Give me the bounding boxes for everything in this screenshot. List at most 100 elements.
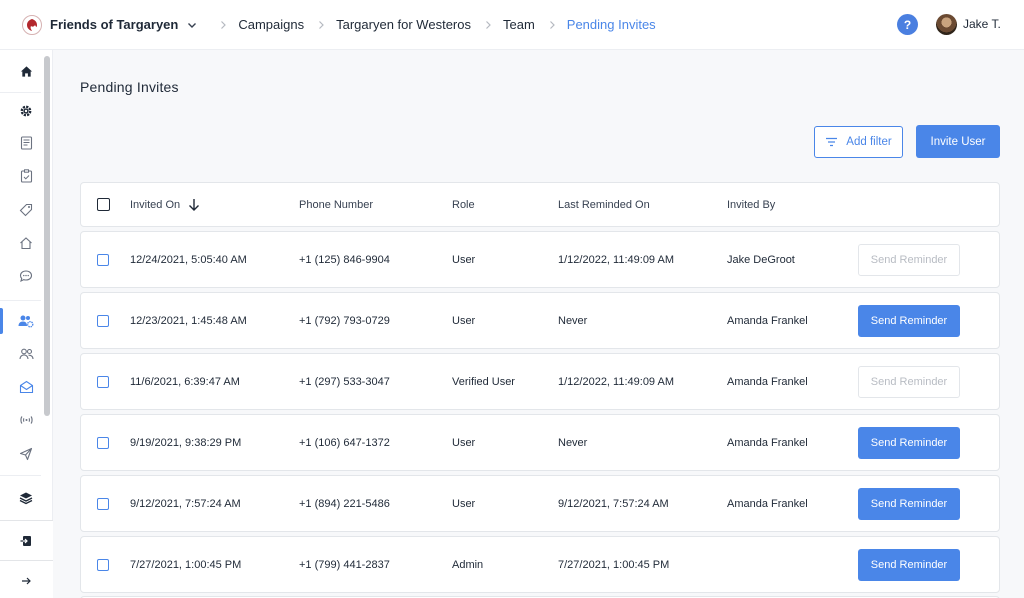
last-reminded-cell: 1/12/2022, 11:49:09 AM xyxy=(558,375,674,388)
send-reminder-button[interactable]: Send Reminder xyxy=(858,304,960,337)
row-checkbox[interactable] xyxy=(97,375,109,388)
breadcrumb: Campaigns Targaryen for Westeros Team Pe… xyxy=(206,17,656,32)
team-settings-icon[interactable] xyxy=(18,313,34,329)
sidebar xyxy=(0,50,53,598)
table-row: 9/19/2021, 9:38:29 PM +1 (106) 647-1372 … xyxy=(80,414,1000,471)
broadcast-icon[interactable] xyxy=(18,412,34,428)
column-header-invited-by[interactable]: Invited By xyxy=(727,183,775,226)
logout-icon[interactable] xyxy=(18,533,34,549)
invited-by-cell: Amanda Frankel xyxy=(727,436,808,449)
top-bar: Friends of Targaryen Campaigns Targaryen… xyxy=(0,0,1024,50)
send-reminder-button-disabled: Send Reminder xyxy=(858,365,960,398)
role-cell: User xyxy=(452,253,476,266)
send-reminder-button[interactable]: Send Reminder xyxy=(858,426,960,459)
clipboard-icon[interactable] xyxy=(18,168,34,184)
send-reminder-button-disabled: Send Reminder xyxy=(858,243,960,276)
send-reminder-button[interactable]: Send Reminder xyxy=(858,548,960,581)
column-header-phone-number[interactable]: Phone Number xyxy=(299,183,373,226)
house-outline-icon[interactable] xyxy=(18,235,34,251)
home-icon[interactable] xyxy=(18,63,34,79)
page-title: Pending Invites xyxy=(80,79,179,95)
invited-on-cell: 9/12/2021, 7:57:24 AM xyxy=(130,497,241,510)
last-reminded-cell: 1/12/2022, 11:49:09 AM xyxy=(558,253,674,266)
table-row: 12/23/2021, 1:45:48 AM +1 (792) 793-0729… xyxy=(80,292,1000,349)
table-row: 7/27/2021, 1:00:45 PM +1 (799) 441-2837 … xyxy=(80,536,1000,593)
invited-on-cell: 12/24/2021, 5:05:40 AM xyxy=(130,253,247,266)
column-header-invited-on[interactable]: Invited On xyxy=(130,183,200,226)
gear-icon[interactable] xyxy=(18,103,34,119)
chevron-right-icon xyxy=(319,20,324,29)
last-reminded-cell: Never xyxy=(558,314,588,327)
role-cell: User xyxy=(452,314,476,327)
chevron-right-icon xyxy=(486,20,491,29)
phone-number-cell: +1 (297) 533-3047 xyxy=(299,375,390,388)
phone-number-cell: +1 (799) 441-2837 xyxy=(299,558,390,571)
breadcrumb-pending-invites: Pending Invites xyxy=(566,17,656,32)
row-checkbox[interactable] xyxy=(97,558,109,571)
invited-by-cell: Jake DeGroot xyxy=(727,253,795,266)
chevron-right-icon xyxy=(221,20,227,29)
chat-icon[interactable] xyxy=(18,268,34,284)
help-button[interactable]: ? xyxy=(897,14,918,35)
last-reminded-cell: 7/27/2021, 1:00:45 PM xyxy=(558,558,670,571)
invite-user-button[interactable]: Invite User xyxy=(916,125,1000,158)
column-header-label: Invited On xyxy=(130,198,181,211)
role-cell: Admin xyxy=(452,558,484,571)
invited-by-cell: Amanda Frankel xyxy=(727,314,808,327)
table-row: 12/24/2021, 5:05:40 AM +1 (125) 846-9904… xyxy=(80,231,1000,288)
select-all-checkbox[interactable] xyxy=(97,198,110,211)
last-reminded-cell: 9/12/2021, 7:57:24 AM xyxy=(558,497,669,510)
table-header: Invited On Phone Number Role Last Remind… xyxy=(80,182,1000,227)
row-checkbox[interactable] xyxy=(97,497,109,510)
document-icon[interactable] xyxy=(18,135,34,151)
phone-number-cell: +1 (125) 846-9904 xyxy=(299,253,390,266)
add-filter-label: Add filter xyxy=(846,136,892,148)
sidebar-divider xyxy=(0,92,41,93)
org-name: Friends of Targaryen xyxy=(50,17,179,32)
sidebar-divider xyxy=(0,560,53,561)
user-name[interactable]: Jake T. xyxy=(963,17,1001,31)
sidebar-bottom xyxy=(0,520,53,598)
last-reminded-cell: Never xyxy=(558,436,588,449)
tag-icon[interactable] xyxy=(18,202,34,218)
row-checkbox[interactable] xyxy=(97,253,109,266)
expand-arrow-icon[interactable] xyxy=(18,573,34,589)
avatar[interactable] xyxy=(936,14,957,35)
invited-on-cell: 7/27/2021, 1:00:45 PM xyxy=(130,558,242,571)
sidebar-divider xyxy=(0,300,41,301)
users-icon[interactable] xyxy=(18,346,34,362)
breadcrumb-campaigns[interactable]: Campaigns xyxy=(238,17,304,32)
table-row: 9/12/2021, 7:57:24 AM +1 (894) 221-5486 … xyxy=(80,475,1000,532)
breadcrumb-team[interactable]: Team xyxy=(503,17,535,32)
send-icon[interactable] xyxy=(18,446,34,462)
phone-number-cell: +1 (792) 793-0729 xyxy=(299,314,390,327)
chevron-down-icon xyxy=(188,22,197,28)
filter-icon xyxy=(826,137,838,147)
invited-by-cell: Amanda Frankel xyxy=(727,375,808,388)
layers-icon[interactable] xyxy=(18,490,34,506)
role-cell: User xyxy=(452,436,476,449)
column-header-last-reminded-on[interactable]: Last Reminded On xyxy=(558,183,650,226)
sidebar-active-indicator xyxy=(0,308,3,334)
invited-on-cell: 12/23/2021, 1:45:48 AM xyxy=(130,314,247,327)
phone-number-cell: +1 (106) 647-1372 xyxy=(299,436,390,449)
mail-icon[interactable] xyxy=(18,379,34,395)
invited-on-cell: 9/19/2021, 9:38:29 PM xyxy=(130,436,242,449)
breadcrumb-campaign[interactable]: Targaryen for Westeros xyxy=(336,17,471,32)
sidebar-divider xyxy=(0,475,41,476)
table-row: 11/6/2021, 6:39:47 AM +1 (297) 533-3047 … xyxy=(80,353,1000,410)
role-cell: Verified User xyxy=(452,375,515,388)
row-checkbox[interactable] xyxy=(97,314,109,327)
column-header-role[interactable]: Role xyxy=(452,183,475,226)
sidebar-scrollbar-thumb[interactable] xyxy=(44,56,50,416)
role-cell: User xyxy=(452,497,476,510)
phone-number-cell: +1 (894) 221-5486 xyxy=(299,497,390,510)
sort-arrow-down-icon[interactable] xyxy=(188,198,200,212)
org-switcher[interactable]: Friends of Targaryen xyxy=(22,14,198,35)
invited-on-cell: 11/6/2021, 6:39:47 AM xyxy=(130,375,240,388)
add-filter-button[interactable]: Add filter xyxy=(814,126,903,158)
invited-by-cell: Amanda Frankel xyxy=(727,497,808,510)
send-reminder-button[interactable]: Send Reminder xyxy=(858,487,960,520)
chevron-right-icon xyxy=(549,20,555,29)
row-checkbox[interactable] xyxy=(97,436,109,449)
